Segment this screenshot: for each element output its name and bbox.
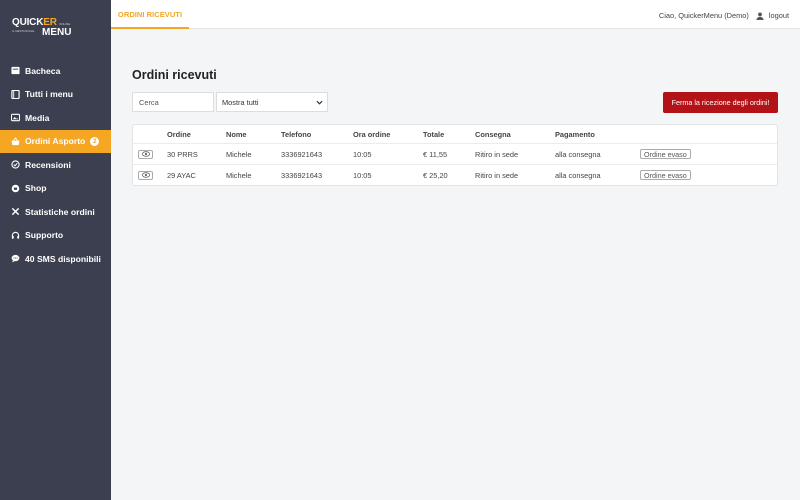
sidebar-item-label: Recensioni <box>25 159 71 170</box>
table-header: Ordine Nome Telefono Ora ordine Totale C… <box>133 125 777 143</box>
sidebar-item-label: Statistiche ordini <box>25 206 95 217</box>
order-count-badge: 2 <box>90 136 100 146</box>
column-header[interactable]: Telefono <box>281 125 311 143</box>
column-header[interactable]: Ordine <box>167 125 191 143</box>
order-id: 29 AYAC <box>167 170 196 180</box>
shop-icon <box>10 183 20 193</box>
image-icon <box>10 113 20 123</box>
page-title: Ordini ricevuti <box>132 68 217 82</box>
basket-icon <box>10 136 20 146</box>
user-icon <box>756 12 764 20</box>
eye-icon <box>141 172 150 178</box>
sidebar-item-label: Supporto <box>25 230 64 241</box>
stop-orders-button[interactable]: Ferma la ricezione degli ordini! <box>663 92 778 113</box>
filter-select[interactable]: Mostra tutti <box>216 92 328 112</box>
customer-phone: 3336921643 <box>281 170 323 180</box>
sidebar-item-sms[interactable]: 40 SMS disponibili <box>0 247 111 271</box>
logo-text-quick: QUICK <box>12 17 44 28</box>
sidebar-item-ordini-asporto[interactable]: Ordini Asporto 2 <box>0 129 111 153</box>
table-row[interactable]: 29 AYAC Michele 3336921643 10:05 € 25,20… <box>133 164 777 185</box>
filter-select-value: Mostra tutti <box>222 97 259 107</box>
book-icon <box>10 89 20 99</box>
sidebar-item-supporto[interactable]: Supporto <box>0 224 111 248</box>
order-time: 10:05 <box>353 149 372 159</box>
payment-type: alla consegna <box>555 170 601 180</box>
tab-ordini-ricevuti[interactable]: ORDINI RICEVUTI <box>111 0 189 29</box>
column-header[interactable]: Ora ordine <box>353 125 390 143</box>
order-total: € 25,20 <box>423 170 448 180</box>
sidebar-item-label: Bacheca <box>25 65 61 76</box>
customer-name: Michele <box>226 170 252 180</box>
sidebar-item-label: Tutti i menu <box>25 89 74 100</box>
table-row[interactable]: 30 PRRS Michele 3336921643 10:05 € 11,55… <box>133 143 777 164</box>
delivery-type: Ritiro in sede <box>475 149 519 159</box>
customer-name: Michele <box>226 149 252 159</box>
eye-icon <box>141 151 150 157</box>
chevron-down-icon <box>316 100 323 105</box>
status-badge[interactable]: Ordine evaso <box>640 149 691 159</box>
orders-table: Ordine Nome Telefono Ora ordine Totale C… <box>132 124 778 186</box>
view-order-button[interactable] <box>138 149 153 159</box>
sidebar-item-label: Ordini Asporto <box>25 136 86 147</box>
top-bar: ORDINI RICEVUTI Ciao, QuickerMenu (Demo)… <box>111 0 800 29</box>
column-header[interactable]: Nome <box>226 125 247 143</box>
order-total: € 11,55 <box>423 149 448 159</box>
user-area: Ciao, QuickerMenu (Demo) logout <box>659 11 789 20</box>
delivery-type: Ritiro in sede <box>475 170 519 180</box>
brand-logo[interactable]: QUICKER ONLINE IL GESTIONALE MENU <box>12 18 74 40</box>
sidebar-item-label: Shop <box>25 183 47 194</box>
sidebar-nav: Bacheca Tutti i menu Media Ordini Asport… <box>0 59 111 271</box>
logout-link[interactable]: logout <box>769 11 789 20</box>
status-badge[interactable]: Ordine evaso <box>640 170 691 180</box>
chat-icon <box>10 254 20 264</box>
search-input[interactable] <box>132 92 214 112</box>
logo-text-menu: MENU <box>42 27 72 38</box>
sidebar-item-statistiche-ordini[interactable]: Statistiche ordini <box>0 200 111 224</box>
logo-tagline-sub: IL GESTIONALE <box>12 29 35 33</box>
support-icon <box>10 230 20 240</box>
sidebar-item-shop[interactable]: Shop <box>0 177 111 201</box>
sidebar-item-media[interactable]: Media <box>0 106 111 130</box>
column-header[interactable]: Pagamento <box>555 125 595 143</box>
order-time: 10:05 <box>353 170 372 180</box>
dashboard-icon <box>10 66 20 76</box>
sidebar-item-label: Media <box>25 112 50 123</box>
sidebar-item-recensioni[interactable]: Recensioni <box>0 153 111 177</box>
view-order-button[interactable] <box>138 170 153 180</box>
tools-icon <box>10 207 20 217</box>
customer-phone: 3336921643 <box>281 149 323 159</box>
logo-tagline-online: ONLINE <box>59 22 71 26</box>
sidebar-item-bacheca[interactable]: Bacheca <box>0 59 111 83</box>
column-header[interactable]: Totale <box>423 125 444 143</box>
payment-type: alla consegna <box>555 149 601 159</box>
order-id: 30 PRRS <box>167 149 198 159</box>
sidebar-item-label: 40 SMS disponibili <box>25 253 101 264</box>
user-greeting: Ciao, QuickerMenu (Demo) <box>658 11 749 20</box>
column-header[interactable]: Consegna <box>475 125 511 143</box>
sidebar: QUICKER ONLINE IL GESTIONALE MENU Bachec… <box>0 0 111 500</box>
sidebar-item-tutti-i-menu[interactable]: Tutti i menu <box>0 83 111 107</box>
check-circle-icon <box>10 160 20 170</box>
